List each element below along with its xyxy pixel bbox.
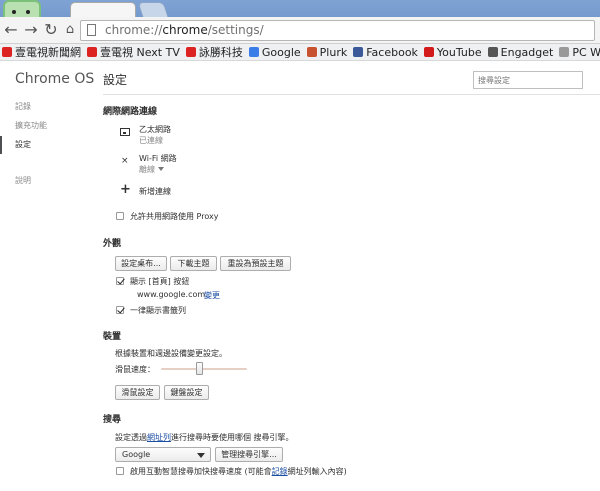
omnibox-link[interactable]: 網址列: [147, 433, 171, 442]
page-icon: [559, 47, 570, 57]
bookmark-label: 壹電視新聞網: [15, 46, 81, 59]
new-tab-button[interactable]: [137, 2, 169, 17]
bookmark-item[interactable]: 壹電視新聞網: [0, 44, 81, 60]
touchpad-speed-slider[interactable]: [196, 362, 204, 375]
appearance-heading: 外觀: [103, 239, 122, 249]
device-description: 根據裝置和週邊設備變更設定。: [115, 349, 227, 358]
bookmark-label: YouTube: [436, 46, 482, 59]
search-settings-input[interactable]: [473, 71, 583, 89]
browser-frame: ← → ↻ ⌂ chrome://chrome/settings/ 壹電視新聞網…: [0, 0, 600, 61]
youtube-icon: [423, 47, 434, 57]
show-bookmarks-label: 一律顯示書籤列: [130, 306, 186, 315]
search-engine-select[interactable]: Google: [115, 447, 211, 462]
proxy-checkbox[interactable]: [116, 212, 124, 220]
facebook-icon: [353, 47, 364, 57]
bookmark-label: Google: [261, 46, 301, 59]
sidebar-item-extensions[interactable]: 擴充功能: [0, 117, 100, 135]
show-home-checkbox[interactable]: [116, 277, 124, 285]
bookmark-label: 壹電視 Next TV: [100, 46, 180, 59]
search-heading: 搜尋: [103, 415, 122, 425]
bookmark-label: Engadget: [500, 46, 554, 59]
home-url: www.google.com: [137, 290, 206, 299]
bookmark-item[interactable]: PC Watch: [557, 44, 600, 60]
back-icon[interactable]: ←: [2, 20, 20, 40]
ethernet-icon: [120, 128, 130, 136]
bookmark-item[interactable]: Engadget: [486, 44, 554, 60]
wifi-name[interactable]: Wi-Fi 網路: [139, 153, 177, 164]
search-description: 設定透過網址列進行搜尋時要使用哪個 搜尋引擎。: [115, 433, 294, 442]
show-home-label: 顯示 [首頁] 按鈕: [130, 277, 190, 286]
chevron-down-icon: [158, 167, 164, 171]
bookmark-item[interactable]: 壹電視 Next TV: [85, 44, 180, 60]
divider: [103, 94, 600, 95]
sidebar-item-history[interactable]: 記錄: [0, 98, 100, 116]
add-connection-link[interactable]: 新增連線: [139, 186, 171, 197]
rose-icon: [87, 47, 97, 57]
wifi-status[interactable]: 離線: [139, 164, 164, 175]
dropdown-arrow-icon: [197, 453, 205, 458]
omnibox[interactable]: chrome://chrome/settings/: [80, 20, 595, 41]
toolbar: ← → ↻ ⌂ chrome://chrome/settings/: [0, 17, 600, 44]
bookmark-item[interactable]: Facebook: [351, 44, 418, 60]
sidebar-item-settings[interactable]: 設定: [0, 136, 100, 154]
manage-search-engines-button[interactable]: 管理搜尋引擎...: [215, 447, 283, 462]
bookmark-label: 詠勝科技: [198, 46, 243, 59]
change-home-link[interactable]: 變更: [204, 290, 220, 301]
bookmark-label: Facebook: [366, 46, 418, 59]
reload-icon[interactable]: ↻: [42, 20, 60, 40]
bookmarks-bar: 壹電視新聞網 壹電視 Next TV 詠勝科技 Google Plurk Facebook…: [0, 44, 600, 61]
forward-icon[interactable]: →: [22, 20, 40, 40]
touchpad-speed-label: 滑鼠速度：: [115, 365, 155, 374]
tab-settings[interactable]: [70, 2, 136, 17]
page-icon: [87, 24, 96, 36]
mouse-settings-button[interactable]: 滑鼠設定: [115, 385, 160, 400]
sidebar-item-help[interactable]: 說明: [0, 172, 100, 190]
page-title: 設定: [103, 73, 128, 87]
reset-theme-button[interactable]: 重設為預設主題: [220, 256, 291, 271]
ethernet-name[interactable]: 乙太網路: [139, 124, 171, 135]
bookmark-item[interactable]: 詠勝科技: [184, 44, 243, 60]
instant-log-link[interactable]: 記錄: [272, 467, 288, 476]
bookmark-label: PC Watch: [572, 46, 600, 59]
ethernet-status: 已連線: [139, 136, 163, 145]
touchpad-speed-track[interactable]: [161, 368, 247, 370]
settings-main: 設定 網際網路連線 乙太網路 已連線 × Wi-Fi 網路 離線 + 新增連線 …: [103, 61, 600, 491]
bookmark-item[interactable]: YouTube: [422, 44, 482, 60]
instant-search-label: 啟用互動智慧搜尋加快搜尋速度 (可能會記錄網址列輸入內容): [130, 467, 347, 476]
engadget-icon: [487, 47, 498, 57]
show-bookmarks-checkbox[interactable]: [116, 306, 124, 314]
bookmark-item[interactable]: Plurk: [305, 44, 348, 60]
proxy-label: 允許共用網路使用 Proxy: [130, 212, 219, 221]
url-text: chrome://chrome/settings/: [105, 23, 264, 37]
network-heading: 網際網路連線: [103, 107, 158, 117]
device-heading: 裝置: [103, 332, 122, 342]
get-themes-button[interactable]: 下載主題: [170, 256, 217, 271]
instant-search-checkbox[interactable]: [116, 467, 124, 475]
sidebar: Chrome OS 記錄 擴充功能 設定 說明: [0, 61, 100, 491]
rose-icon: [185, 47, 196, 57]
google-icon: [248, 47, 259, 57]
plurk-icon: [306, 47, 317, 57]
keyboard-settings-button[interactable]: 鍵盤設定: [164, 385, 209, 400]
tab-strip: [0, 0, 600, 38]
rose-icon: [2, 47, 12, 57]
bookmark-item[interactable]: Google: [247, 44, 301, 60]
set-wallpaper-button[interactable]: 設定桌布...: [115, 256, 167, 271]
home-icon[interactable]: ⌂: [61, 20, 79, 40]
plus-icon: +: [120, 182, 131, 197]
wifi-off-icon: ×: [121, 156, 129, 166]
bookmark-label: Plurk: [319, 46, 348, 59]
brand-title: Chrome OS: [15, 71, 95, 87]
